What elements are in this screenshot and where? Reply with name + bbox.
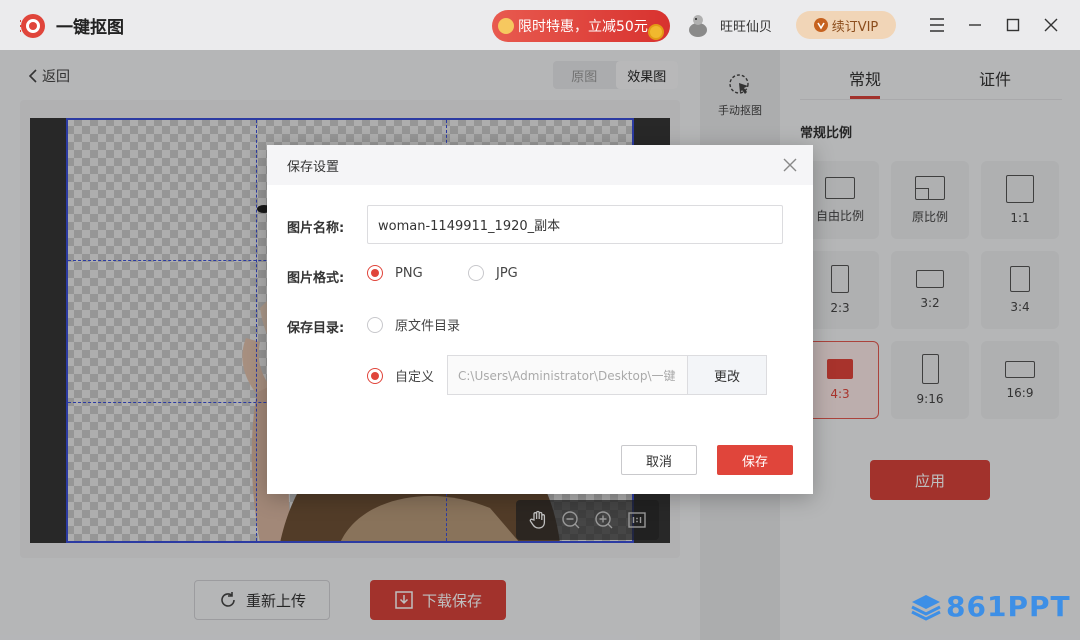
watermark-text: 861PPT [946,590,1071,623]
radio-unchecked-icon [367,316,383,333]
save-button[interactable]: 保存 [717,445,793,475]
format-jpg-label: JPG [496,265,518,281]
promo-text: 限时特惠，立减50元 [518,19,648,35]
vip-button[interactable]: 续订VIP [796,11,896,39]
dir-custom-radio[interactable]: 自定义 [367,366,434,385]
coin-icon [648,24,664,40]
format-png-radio[interactable]: PNG [367,265,423,281]
vip-heart-icon [813,18,828,32]
image-format-label: 图片格式: [287,271,345,286]
promo-banner[interactable]: 限时特惠，立减50元 [492,10,670,42]
close-icon[interactable] [1040,14,1062,36]
image-name-input[interactable] [367,205,783,244]
title-bar: 一键抠图 限时特惠，立减50元 旺旺仙贝 续订VIP [0,0,1080,50]
maximize-icon[interactable] [1002,14,1024,36]
image-name-label: 图片名称: [287,221,345,236]
dir-original-label: 原文件目录 [395,319,461,334]
save-dir-label: 保存目录: [287,321,345,336]
format-jpg-radio[interactable]: JPG [468,265,518,281]
radio-unchecked-icon [468,265,484,281]
dir-original-radio[interactable]: 原文件目录 [367,315,460,334]
watermark: 861PPT [910,590,1071,623]
dialog-close-icon[interactable] [781,156,799,174]
gift-icon [498,18,514,34]
minimize-icon[interactable] [964,14,986,36]
radio-checked-icon [367,367,383,384]
layers-logo-icon [911,594,941,621]
custom-path-input[interactable] [447,355,687,395]
menu-icon[interactable] [926,14,948,36]
dialog-header: 保存设置 [267,145,813,185]
save-settings-dialog: 保存设置 图片名称: 图片格式: PNG JPG 保存目录: 原文件目录 自定义… [267,145,813,494]
dialog-title: 保存设置 [287,159,340,175]
vip-label: 续订VIP [831,19,879,35]
username[interactable]: 旺旺仙贝 [720,16,772,35]
radio-checked-icon [367,265,383,281]
format-png-label: PNG [395,265,423,281]
change-path-button[interactable]: 更改 [687,355,767,395]
dir-custom-label: 自定义 [395,370,435,385]
cancel-button[interactable]: 取消 [621,445,697,475]
eye-logo-icon [20,14,45,38]
app-title: 一键抠图 [56,18,124,38]
user-avatar-icon[interactable] [686,12,710,38]
